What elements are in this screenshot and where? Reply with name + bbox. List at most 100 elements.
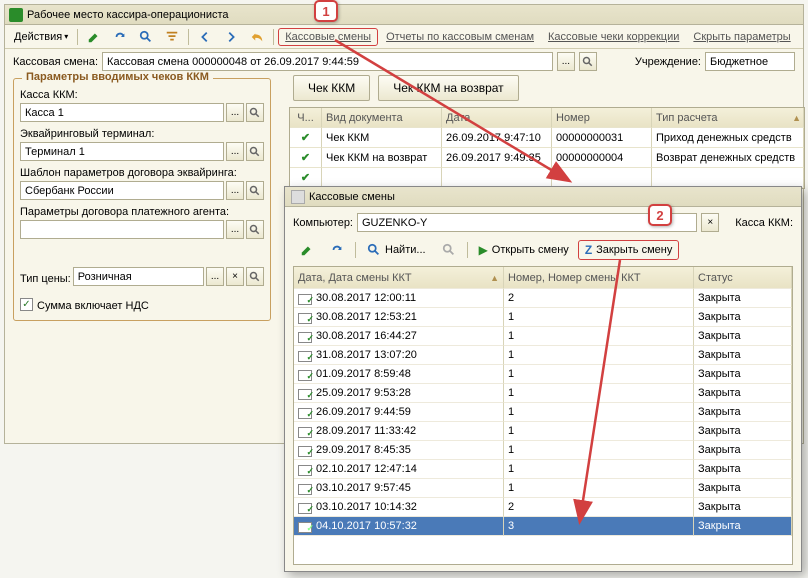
agent-select-button[interactable]: ...: [226, 220, 244, 239]
find-icon[interactable]: [134, 27, 158, 47]
tmpl-label: Шаблон параметров договора эквайринга:: [20, 167, 264, 179]
check-icon: ✔: [301, 131, 310, 144]
popup-edit-icon[interactable]: [293, 240, 321, 260]
table-row[interactable]: ✔: [290, 168, 804, 188]
table-row[interactable]: ✔Чек ККМ26.09.2017 9:47:1000000000031При…: [290, 128, 804, 148]
tmpl-select-button[interactable]: ...: [226, 181, 244, 200]
next-icon[interactable]: [219, 27, 243, 47]
check-icon: ✔: [301, 171, 310, 184]
table-row[interactable]: 30.08.2017 12:53:211Закрыта: [294, 308, 792, 327]
vat-label: Сумма включает НДС: [37, 300, 149, 312]
undo-icon[interactable]: [245, 27, 269, 47]
correction-checks-link[interactable]: Кассовые чеки коррекции: [542, 31, 685, 43]
shift-reports-link[interactable]: Отчеты по кассовым сменам: [380, 31, 540, 43]
check-icon: ✔: [301, 151, 310, 164]
computer-clear-button[interactable]: ×: [701, 213, 719, 232]
popup-kkm-label: Касса ККМ:: [735, 217, 793, 229]
refresh-icon[interactable]: [108, 27, 132, 47]
edit-icon[interactable]: [82, 27, 106, 47]
popup-icon: [291, 190, 305, 204]
col-shift-num[interactable]: Номер, Номер смены ККТ: [504, 267, 694, 289]
shift-input[interactable]: Кассовая смена 000000048 от 26.09.2017 9…: [102, 52, 553, 71]
sort-icon[interactable]: [160, 27, 184, 47]
doc-icon: [298, 425, 312, 437]
table-row[interactable]: 28.09.2017 11:33:421Закрыта: [294, 422, 792, 441]
org-input[interactable]: Бюджетное: [705, 52, 795, 71]
doc-icon: [298, 349, 312, 361]
acq-label: Эквайринговый терминал:: [20, 128, 264, 140]
doc-icon: [298, 482, 312, 494]
prev-icon[interactable]: [193, 27, 217, 47]
doc-icon: [298, 292, 312, 304]
tmpl-input[interactable]: Сбербанк России: [20, 181, 224, 200]
computer-label: Компьютер:: [293, 217, 353, 229]
org-label: Учреждение:: [635, 56, 701, 68]
cash-shifts-link[interactable]: Кассовые смены: [278, 28, 378, 46]
main-toolbar: Действия▾ Кассовые смены Отчеты по кассо…: [5, 25, 803, 49]
agent-input[interactable]: [20, 220, 224, 239]
col-pay[interactable]: Тип расчета: [652, 108, 804, 128]
table-row[interactable]: 01.09.2017 8:59:481Закрыта: [294, 365, 792, 384]
table-row[interactable]: 26.09.2017 9:44:591Закрыта: [294, 403, 792, 422]
table-row[interactable]: ✔Чек ККМ на возврат26.09.2017 9:49:35000…: [290, 148, 804, 168]
kkm-search-button[interactable]: [246, 103, 264, 122]
callout-1: 1: [314, 0, 338, 22]
right-panel: Чек ККМ Чек ККМ на возврат Ч... Вид доку…: [289, 75, 805, 189]
popup-title: Кассовые смены: [309, 191, 395, 203]
table-row[interactable]: 30.08.2017 16:44:271Закрыта: [294, 327, 792, 346]
doc-icon: [298, 311, 312, 323]
table-row[interactable]: 25.09.2017 9:53:281Закрыта: [294, 384, 792, 403]
acq-select-button[interactable]: ...: [226, 142, 244, 161]
shift-select-button[interactable]: ...: [557, 52, 575, 71]
doc-icon: [298, 330, 312, 342]
popup-clear-filter-icon[interactable]: [435, 240, 463, 260]
acq-input[interactable]: Терминал 1: [20, 142, 224, 161]
shift-search-button[interactable]: [579, 52, 597, 71]
table-row[interactable]: 04.10.2017 10:57:323Закрыта: [294, 517, 792, 536]
actions-dropdown[interactable]: Действия▾: [9, 27, 73, 47]
tmpl-search-button[interactable]: [246, 181, 264, 200]
popup-toolbar: Найти... ▶ Открыть смену Z Закрыть смену: [293, 238, 793, 262]
window-title-bar: Рабочее место кассира-операциониста: [5, 5, 803, 25]
price-search-button[interactable]: [246, 267, 264, 286]
price-select-button[interactable]: ...: [206, 267, 224, 286]
shifts-table[interactable]: Дата, Дата смены ККТ▲ Номер, Номер смены…: [293, 266, 793, 565]
popup-find-button[interactable]: Найти...: [360, 240, 433, 260]
price-input[interactable]: Розничная: [73, 267, 204, 286]
computer-input[interactable]: GUZENKO-Y: [357, 213, 697, 232]
window-title: Рабочее место кассира-операциониста: [27, 9, 229, 21]
doc-icon: [298, 444, 312, 456]
vat-checkbox[interactable]: ✓: [20, 298, 33, 311]
col-date[interactable]: Дата▲: [442, 108, 552, 128]
close-shift-button[interactable]: Z Закрыть смену: [578, 240, 680, 260]
shifts-popup: Кассовые смены Компьютер: GUZENKO-Y × Ка…: [284, 186, 802, 572]
refund-button[interactable]: Чек ККМ на возврат: [378, 75, 518, 101]
table-row[interactable]: 03.10.2017 10:14:322Закрыта: [294, 498, 792, 517]
table-row[interactable]: 31.08.2017 13:07:201Закрыта: [294, 346, 792, 365]
kkm-select-button[interactable]: ...: [226, 103, 244, 122]
table-row[interactable]: 29.09.2017 8:45:351Закрыта: [294, 441, 792, 460]
price-clear-button[interactable]: ×: [226, 267, 244, 286]
col-shift-status[interactable]: Статус: [694, 267, 792, 289]
doc-icon: [298, 387, 312, 399]
col-type[interactable]: Вид документа: [322, 108, 442, 128]
popup-refresh-icon[interactable]: [323, 240, 351, 260]
open-shift-button[interactable]: ▶ Открыть смену: [472, 240, 576, 260]
receipt-button[interactable]: Чек ККМ: [293, 75, 370, 101]
doc-icon: [298, 463, 312, 475]
table-row[interactable]: 03.10.2017 9:57:451Закрыта: [294, 479, 792, 498]
col-shift-date[interactable]: Дата, Дата смены ККТ▲: [294, 267, 504, 289]
kkm-input[interactable]: Касса 1: [20, 103, 224, 122]
doc-icon: [298, 501, 312, 513]
hide-params-link[interactable]: Скрыть параметры: [687, 31, 796, 43]
agent-search-button[interactable]: [246, 220, 264, 239]
table-row[interactable]: 30.08.2017 12:00:112Закрыта: [294, 289, 792, 308]
kkm-label: Касса ККМ:: [20, 89, 264, 101]
documents-table[interactable]: Ч... Вид документа Дата▲ Номер Тип расче…: [289, 107, 805, 189]
col-num[interactable]: Номер: [552, 108, 652, 128]
table-row[interactable]: 02.10.2017 12:47:141Закрыта: [294, 460, 792, 479]
acq-search-button[interactable]: [246, 142, 264, 161]
col-check[interactable]: Ч...: [290, 108, 322, 128]
doc-icon: [298, 368, 312, 380]
doc-icon: [298, 406, 312, 418]
